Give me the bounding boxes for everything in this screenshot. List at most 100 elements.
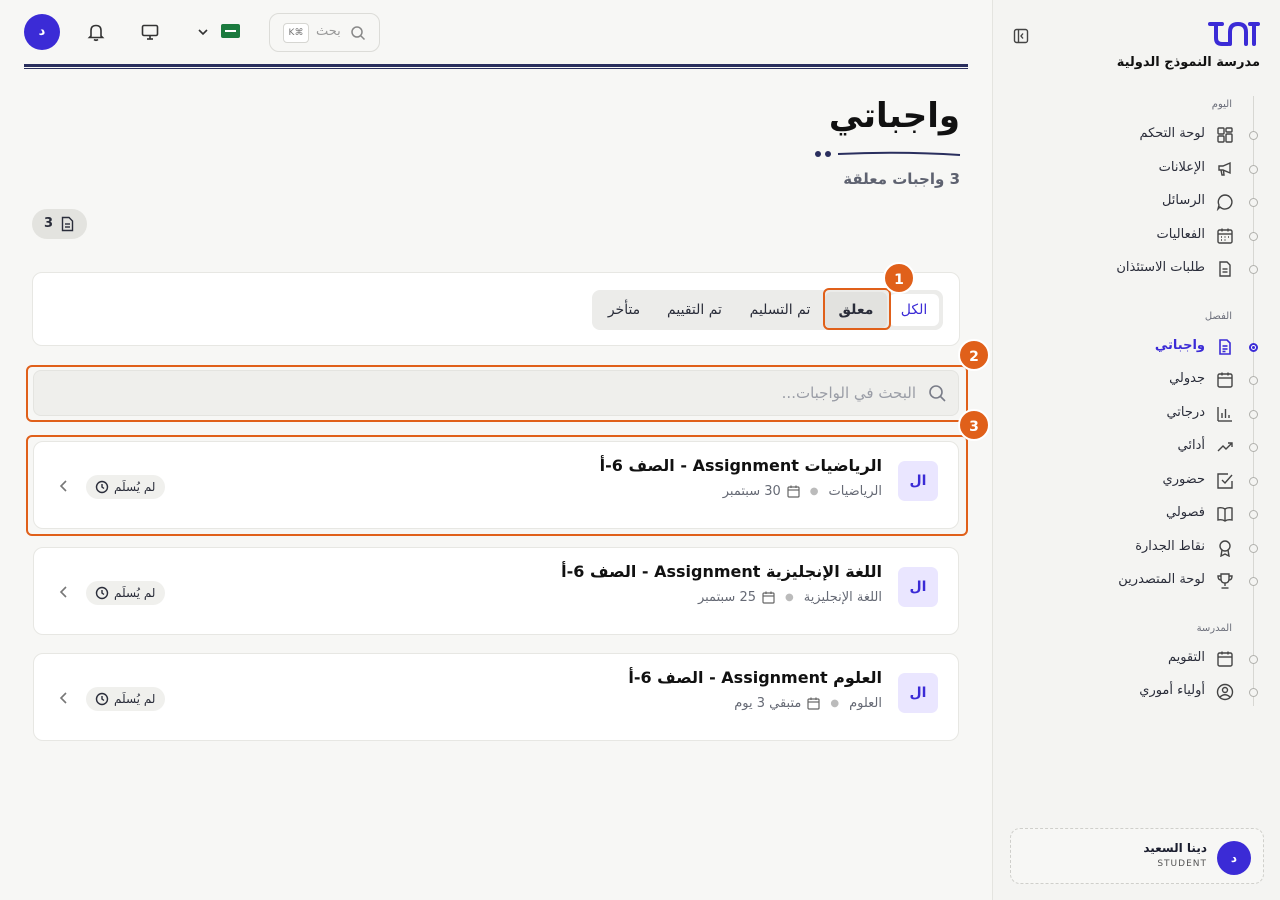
shortcut-hint: K⌘ xyxy=(283,23,309,43)
assignment-meta: العلوم ● متبقي 3 يوم xyxy=(734,696,882,711)
sidebar-item-my-grades[interactable]: درجاتي xyxy=(992,399,1280,429)
callout-number: 2 xyxy=(958,339,990,371)
sidebar-item-label: أولياء أموري xyxy=(1139,683,1205,698)
nav-dot-active xyxy=(1249,343,1258,352)
school-name: مدرسة النموذج الدولية xyxy=(1116,55,1260,70)
sidebar-item-label: نقاط الجدارة xyxy=(1135,539,1205,554)
meta-separator: ● xyxy=(830,698,840,709)
status-label: لم يُسلَم xyxy=(114,586,156,600)
sidebar-item-my-guardians[interactable]: أولياء أموري xyxy=(992,677,1280,707)
sidebar-item-my-attendance[interactable]: حضوري xyxy=(992,466,1280,496)
chevron-left-icon[interactable] xyxy=(56,478,72,494)
chevron-down-icon[interactable] xyxy=(196,25,210,39)
monitor-icon[interactable] xyxy=(140,22,160,42)
sidebar-item-my-performance[interactable]: أدائي xyxy=(992,432,1280,462)
nav-dot xyxy=(1249,655,1258,664)
nav-dot xyxy=(1249,443,1258,452)
assignment-count: 3 xyxy=(44,216,54,231)
tab-late[interactable]: متأخر xyxy=(598,290,650,330)
sidebar-item-label: الإعلانات xyxy=(1158,160,1205,175)
sidebar-collapse-icon[interactable] xyxy=(1013,28,1029,44)
user-circle-icon xyxy=(1216,683,1234,701)
sidebar-item-my-assignments[interactable]: واجباتي xyxy=(992,332,1280,362)
sidebar-item-label: التقويم xyxy=(1167,650,1205,665)
calendar-icon xyxy=(1217,651,1233,667)
assignment-title: العلوم Assignment - الصف 6-أ xyxy=(628,668,882,687)
nav-dot xyxy=(1249,232,1258,241)
sidebar-item-leave-requests[interactable]: طلبات الاستئذان xyxy=(992,254,1280,284)
dashboard-icon xyxy=(1217,127,1233,143)
sidebar-item-messages[interactable]: الرسائل xyxy=(992,187,1280,217)
bell-icon[interactable] xyxy=(86,22,106,42)
status-badge: لم يُسلَم xyxy=(86,687,166,711)
sidebar-item-label: الفعاليات xyxy=(1156,227,1205,242)
sidebar-item-my-classes[interactable]: فصولي xyxy=(992,499,1280,529)
assignment-meta: اللغة الإنجليزية ● 25 سبتمبر xyxy=(698,590,882,605)
sidebar-item-label: الرسائل xyxy=(1161,193,1205,208)
search-icon xyxy=(351,26,366,41)
award-icon xyxy=(1219,540,1231,557)
assignment-meta: الرياضيات ● 30 سبتمبر xyxy=(723,484,882,499)
calendar-icon xyxy=(1217,372,1233,388)
sidebar-item-label: لوحة التحكم xyxy=(1139,126,1205,141)
tab-all[interactable]: الكل xyxy=(889,294,939,326)
school-logo-icon xyxy=(1208,21,1260,46)
status-label: لم يُسلَم xyxy=(114,480,156,494)
clock-icon xyxy=(95,480,109,494)
section-label-school: المدرسة xyxy=(1196,623,1232,634)
sidebar-item-label: طلبات الاستئذان xyxy=(1116,260,1205,275)
sidebar-item-calendar[interactable]: التقويم xyxy=(992,644,1280,674)
status-badge: لم يُسلَم xyxy=(86,581,166,605)
calendar-icon xyxy=(762,591,775,604)
status-badge: لم يُسلَم xyxy=(86,475,166,499)
sidebar: مدرسة النموذج الدولية اليوم الفصل المدرس… xyxy=(992,0,1280,900)
nav-dot xyxy=(1249,688,1258,697)
calendar-grid-icon xyxy=(1217,228,1233,244)
chevron-left-icon[interactable] xyxy=(56,690,72,706)
clock-icon xyxy=(95,692,109,706)
section-label-today: اليوم xyxy=(1211,99,1232,110)
sidebar-item-my-schedule[interactable]: جدولي xyxy=(992,365,1280,395)
assignments-search-input[interactable] xyxy=(33,370,959,416)
tab-pending[interactable]: معلق xyxy=(825,292,887,328)
search-placeholder: بحث xyxy=(316,24,341,39)
tab-submitted[interactable]: تم التسليم xyxy=(737,290,823,330)
tab-graded[interactable]: تم التقييم xyxy=(652,290,737,330)
sidebar-item-label: أدائي xyxy=(1177,438,1205,453)
avatar[interactable]: د xyxy=(24,14,60,50)
book-icon xyxy=(1217,506,1233,522)
avatar: د xyxy=(1217,841,1251,875)
sidebar-item-label: فصولي xyxy=(1166,505,1205,520)
nav-dot xyxy=(1249,577,1258,586)
check-square-icon xyxy=(1217,473,1233,489)
nav-dot xyxy=(1249,410,1258,419)
sidebar-item-dashboard[interactable]: لوحة التحكم xyxy=(992,120,1280,150)
chevron-left-icon[interactable] xyxy=(56,584,72,600)
sidebar-item-events[interactable]: الفعاليات xyxy=(992,221,1280,251)
assignment-subject: اللغة الإنجليزية xyxy=(803,590,882,605)
saudi-flag-icon[interactable] xyxy=(221,24,240,38)
global-search[interactable]: K⌘ بحث xyxy=(269,13,380,52)
meta-separator: ● xyxy=(809,486,819,497)
nav-dot xyxy=(1249,198,1258,207)
assignment-icon xyxy=(1219,339,1231,355)
document-icon xyxy=(1219,261,1231,277)
assignment-subject: الرياضيات xyxy=(828,484,883,499)
subject-badge: ال xyxy=(898,461,938,501)
sidebar-item-merit-points[interactable]: نقاط الجدارة xyxy=(992,533,1280,563)
header-divider xyxy=(24,64,968,69)
assignment-card[interactable]: ال اللغة الإنجليزية Assignment - الصف 6-… xyxy=(33,547,959,635)
user-profile-card[interactable]: د دينا السعيد STUDENT xyxy=(1010,828,1264,884)
sidebar-item-leaderboard[interactable]: لوحة المتصدرين xyxy=(992,566,1280,596)
assignment-card[interactable]: ال العلوم Assignment - الصف 6-أ العلوم ●… xyxy=(33,653,959,741)
nav-dot xyxy=(1249,477,1258,486)
calendar-icon xyxy=(787,485,800,498)
sidebar-item-announcements[interactable]: الإعلانات xyxy=(992,154,1280,184)
chat-icon xyxy=(1216,194,1233,211)
assignment-card[interactable]: ال الرياضيات Assignment - الصف 6-أ الريا… xyxy=(33,441,959,529)
page-title: واجباتي xyxy=(828,96,960,136)
callout-number: 1 xyxy=(883,262,915,294)
sidebar-item-label: واجباتي xyxy=(1154,338,1205,353)
page-subtitle: 3 واجبات معلقة xyxy=(843,170,960,188)
section-label-class: الفصل xyxy=(1204,311,1232,322)
